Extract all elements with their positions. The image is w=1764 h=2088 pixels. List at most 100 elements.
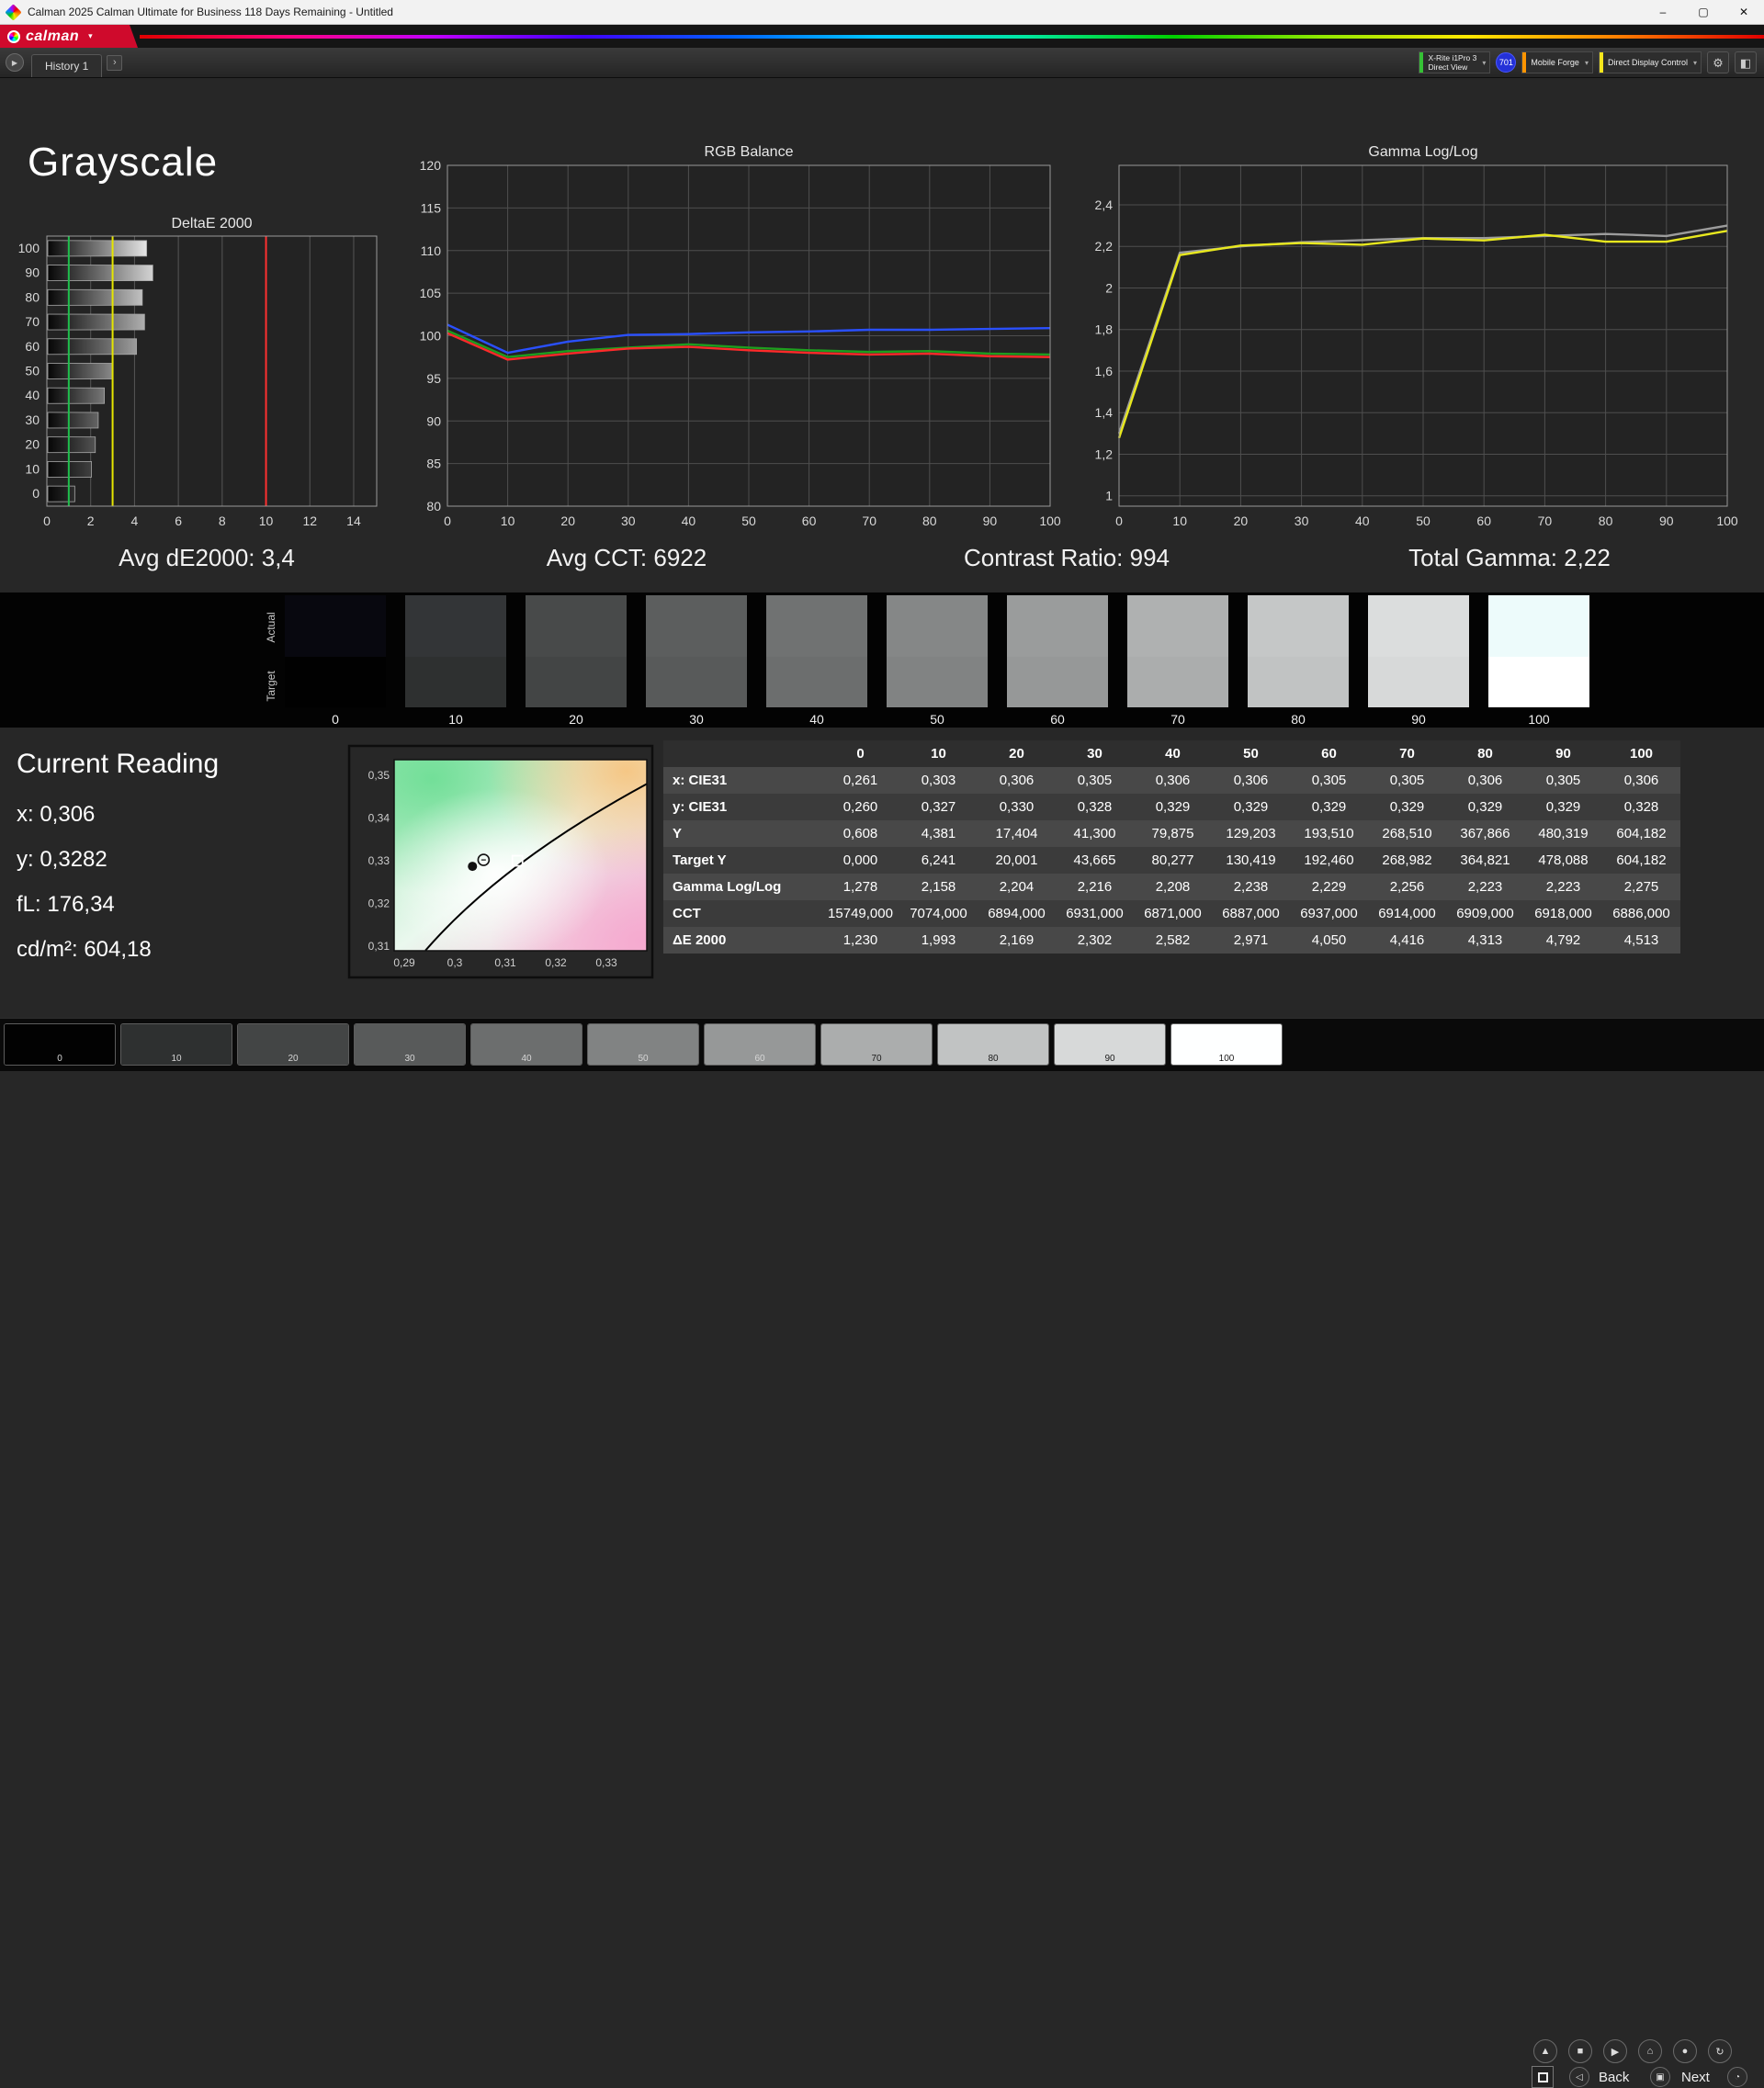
svg-text:80: 80 — [426, 499, 441, 514]
reading-fl: fL: 176,34 — [17, 892, 115, 917]
meter-count-badge[interactable]: 701 — [1496, 52, 1517, 73]
svg-text:10: 10 — [25, 461, 40, 476]
table-cell: 2,582 — [1134, 927, 1212, 954]
history-play-button[interactable]: ▶ — [6, 53, 24, 72]
window-icon — [1537, 2071, 1548, 2082]
record-button[interactable]: ● — [1673, 2039, 1697, 2063]
swatch-label: 90 — [1411, 712, 1426, 727]
table-cell: 0,328 — [1602, 794, 1680, 820]
svg-text:100: 100 — [18, 241, 40, 255]
table-cell: 2,204 — [978, 874, 1056, 900]
settings-gear-button[interactable]: ⚙ — [1707, 51, 1729, 73]
stop-button[interactable]: ■ — [1568, 2039, 1592, 2063]
deltae-bar — [47, 313, 145, 331]
patch-button-10[interactable]: 10 — [120, 1023, 232, 1066]
home-button[interactable]: ⌂ — [1638, 2039, 1662, 2063]
svg-text:30: 30 — [25, 412, 40, 427]
table-cell: 129,203 — [1212, 820, 1290, 847]
svg-text:6: 6 — [175, 514, 182, 528]
svg-text:60: 60 — [802, 514, 817, 528]
grayscale-swatch-100: 100 — [1488, 595, 1589, 727]
table-cell: 0,328 — [1056, 794, 1134, 820]
svg-text:2: 2 — [1105, 280, 1113, 295]
close-button[interactable]: ✕ — [1724, 0, 1764, 24]
next-button[interactable]: Next — [1681, 2070, 1710, 2085]
svg-text:0: 0 — [32, 486, 40, 501]
deltae-bar — [47, 436, 96, 454]
patch-buttons: 0 10 20 30 40 50 60 70 80 90 100 — [4, 1023, 1283, 1066]
patch-label: 100 — [1171, 1052, 1282, 1065]
svg-text:60: 60 — [25, 339, 40, 354]
patch-button-0[interactable]: 0 — [4, 1023, 116, 1066]
table-cell: 4,792 — [1524, 927, 1602, 954]
grayscale-swatch-10: 10 — [405, 595, 506, 727]
table-cell: 0,306 — [1212, 767, 1290, 794]
patch-color — [938, 1024, 1048, 1052]
tab-history-1[interactable]: History 1 — [31, 54, 103, 77]
table-row-label: Target Y — [663, 847, 821, 874]
patch-label: 20 — [238, 1052, 348, 1065]
patch-button-70[interactable]: 70 — [820, 1023, 933, 1066]
patch-button-30[interactable]: 30 — [354, 1023, 466, 1066]
patch-label: 10 — [121, 1052, 232, 1065]
svg-text:90: 90 — [983, 514, 998, 528]
table-cell: 2,223 — [1446, 874, 1524, 900]
svg-text:0: 0 — [444, 514, 451, 528]
table-cell: 0,261 — [821, 767, 899, 794]
table-cell: 6937,000 — [1290, 900, 1368, 927]
patch-button-20[interactable]: 20 — [237, 1023, 349, 1066]
swatch-target — [887, 657, 988, 707]
patch-label: 90 — [1055, 1052, 1165, 1065]
history-tab-label: History 1 — [45, 60, 89, 73]
pattern-window-toggle[interactable] — [1532, 2066, 1554, 2088]
workspace-toggle-button[interactable]: ◧ — [1735, 51, 1757, 73]
patch-button-80[interactable]: 80 — [937, 1023, 1049, 1066]
patch-button-40[interactable]: 40 — [470, 1023, 582, 1066]
table-cell: 1,278 — [821, 874, 899, 900]
table-cell: 2,302 — [1056, 927, 1134, 954]
deltae-bar — [47, 338, 138, 356]
table-header-50: 50 — [1212, 740, 1290, 767]
swatch-target — [1127, 657, 1228, 707]
patch-button-50[interactable]: 50 — [587, 1023, 699, 1066]
display-control-dropdown[interactable]: Direct Display Control ▾ — [1598, 51, 1702, 73]
source-dropdown[interactable]: Mobile Forge ▾ — [1521, 51, 1593, 73]
svg-text:10: 10 — [501, 514, 515, 528]
svg-text:95: 95 — [426, 371, 441, 386]
patch-button-60[interactable]: 60 — [704, 1023, 816, 1066]
total-gamma-stat: Total Gamma: 2,22 — [1408, 544, 1611, 571]
patch-button-90[interactable]: 90 — [1054, 1023, 1166, 1066]
table-cell: 7074,000 — [899, 900, 978, 927]
svg-text:0,33: 0,33 — [595, 956, 617, 969]
swatch-actual — [766, 595, 867, 657]
patch-label: 30 — [355, 1052, 465, 1065]
gauge-button[interactable]: ◔ — [1727, 2067, 1747, 2087]
meter-name: X-Rite i1Pro 3 — [1428, 53, 1477, 62]
svg-text:2,4: 2,4 — [1095, 198, 1114, 212]
svg-text:2: 2 — [87, 514, 95, 528]
meter-button[interactable]: ▣ — [1650, 2067, 1670, 2087]
target-row-label: Target — [265, 671, 277, 702]
table-header-20: 20 — [978, 740, 1056, 767]
transport-controls: ▲ ■ ▶ ⌂ ● ↻ ◁ Back ▣ Next ◔ — [1516, 2038, 1762, 2088]
meter-dropdown[interactable]: X-Rite i1Pro 3 Direct View ▾ — [1419, 51, 1491, 73]
svg-text:50: 50 — [25, 364, 40, 378]
refresh-button[interactable]: ↻ — [1708, 2039, 1732, 2063]
avg-cct-stat: Avg CCT: 6922 — [546, 544, 707, 571]
swatch-actual — [887, 595, 988, 657]
table-cell: 2,229 — [1290, 874, 1368, 900]
patch-button-100[interactable]: 100 — [1170, 1023, 1283, 1066]
svg-text:0,32: 0,32 — [368, 897, 390, 910]
swatch-row: 0 10 20 30 40 50 60 70 80 90 100 — [285, 595, 1589, 727]
play-button[interactable]: ▶ — [1603, 2039, 1627, 2063]
history-forward-button[interactable]: › — [107, 54, 123, 71]
svg-text:0,29: 0,29 — [393, 956, 415, 969]
back-button[interactable]: Back — [1599, 2070, 1629, 2085]
table-cell: 4,313 — [1446, 927, 1524, 954]
speaker-button[interactable]: ◁ — [1569, 2067, 1589, 2087]
minimize-button[interactable]: – — [1643, 0, 1683, 24]
svg-text:100: 100 — [1039, 514, 1061, 528]
calman-logo[interactable]: calman ▾ — [0, 25, 138, 48]
transport-up-button[interactable]: ▲ — [1533, 2039, 1557, 2063]
maximize-button[interactable]: ▢ — [1683, 0, 1724, 24]
